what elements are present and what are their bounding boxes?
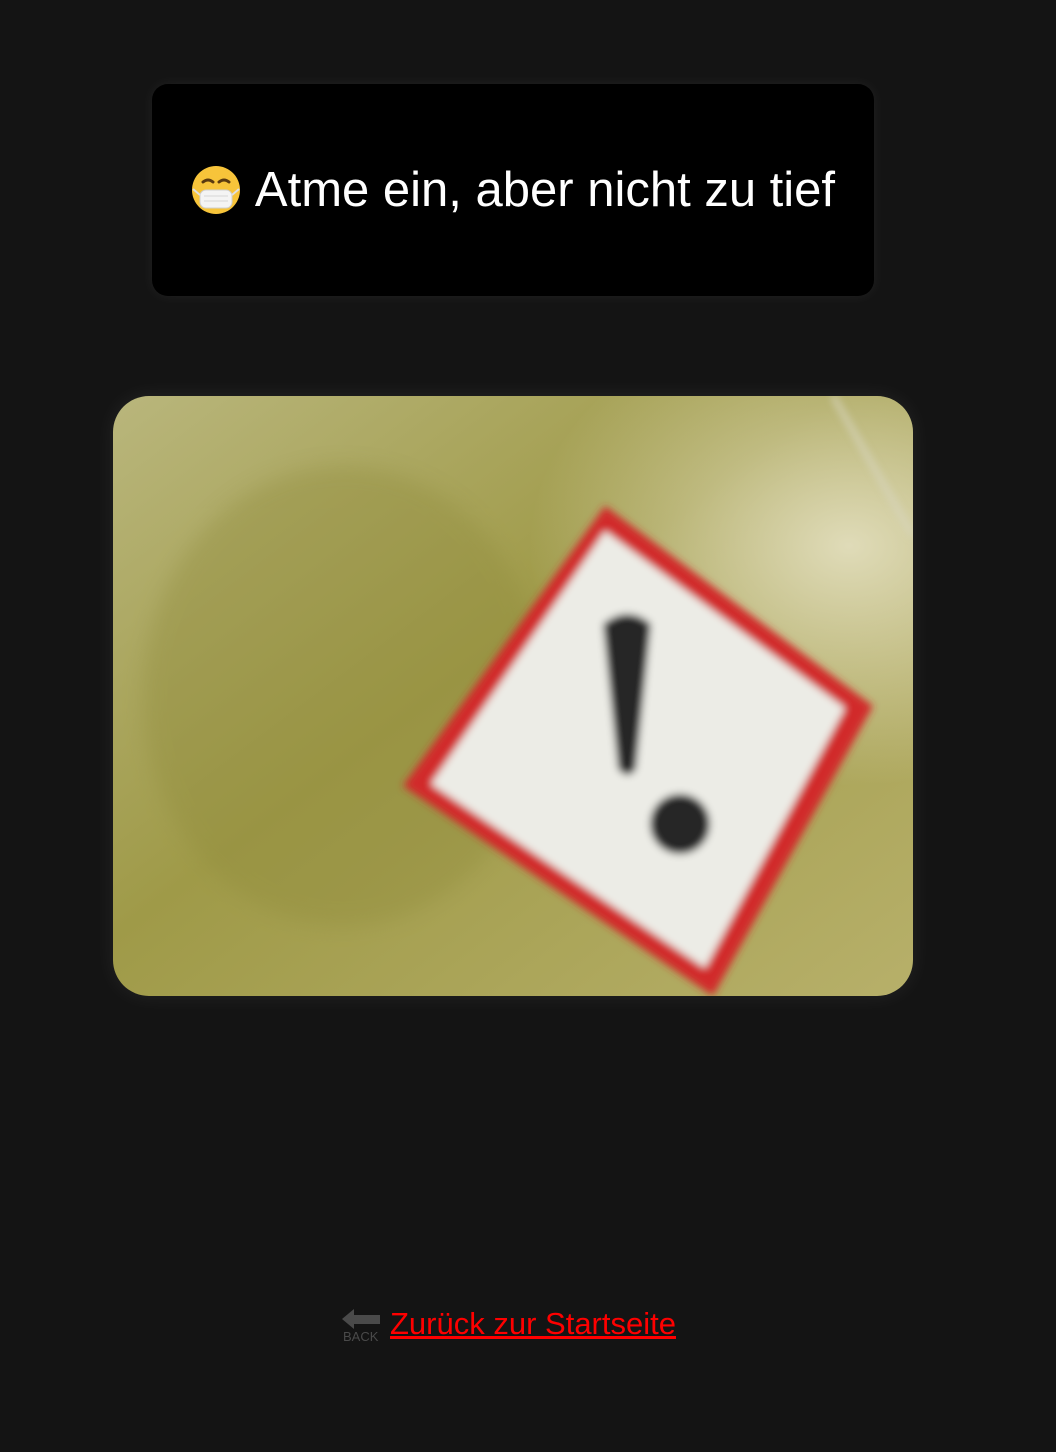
back-arrow-icon: BACK	[340, 1307, 382, 1344]
title-card: Atme ein, aber nicht zu tief	[152, 84, 874, 296]
svg-text:BACK: BACK	[343, 1329, 379, 1343]
back-to-home-label[interactable]: Zurück zur Startseite	[390, 1305, 676, 1343]
hazard-sign-photo	[113, 396, 913, 996]
page-title-text: Atme ein, aber nicht zu tief	[254, 163, 836, 217]
page: Atme ein, aber nicht zu tief BACK Zurück…	[0, 0, 1056, 1452]
page-title: Atme ein, aber nicht zu tief	[191, 162, 835, 218]
face-with-medical-mask-icon	[191, 165, 241, 215]
back-to-home-link[interactable]: BACK Zurück zur Startseite	[340, 1305, 676, 1344]
